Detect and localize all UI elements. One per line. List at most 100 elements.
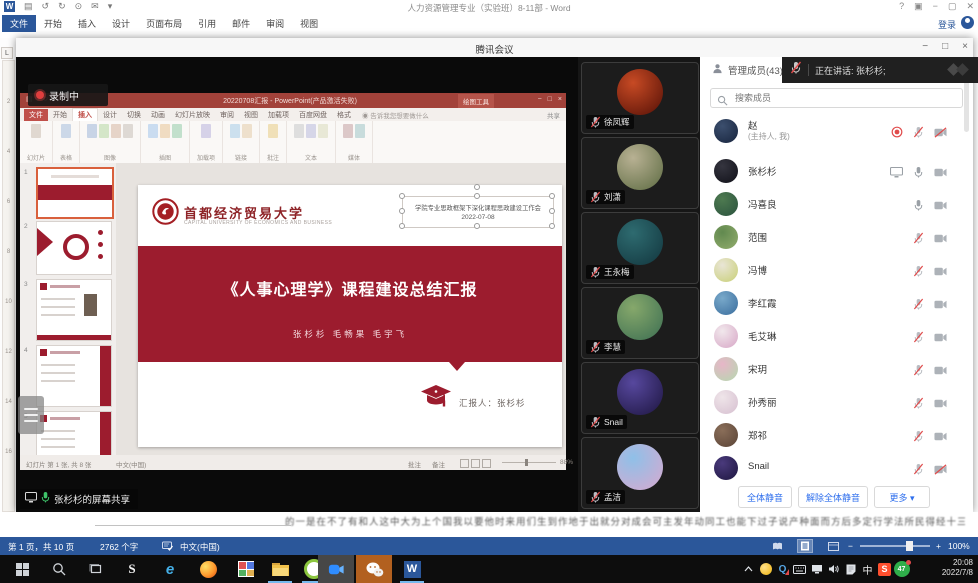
tray-volume-icon[interactable] xyxy=(825,555,842,583)
taskbar-app-gallery[interactable] xyxy=(232,555,260,583)
ppt-comments-label[interactable]: 备注 xyxy=(432,459,445,469)
selection-handle[interactable] xyxy=(399,208,405,214)
tray-expand-icon[interactable] xyxy=(740,555,757,583)
print-layout-icon[interactable] xyxy=(798,540,812,552)
search-input[interactable] xyxy=(710,88,963,108)
word-tab-2[interactable]: 开始 xyxy=(36,15,70,32)
tray-network-icon[interactable] xyxy=(808,555,825,583)
ribbon-button-icon[interactable] xyxy=(230,124,240,138)
video-tile-刘潇[interactable]: 刘潇 xyxy=(581,137,699,209)
ribbon-button-icon[interactable] xyxy=(31,124,41,138)
ribbon-button-icon[interactable] xyxy=(111,124,121,138)
ppt-tab-9[interactable]: 视图 xyxy=(239,109,263,121)
ppt-tab-7[interactable]: 幻灯片放映 xyxy=(170,109,215,121)
participant-row-郑祁[interactable]: 郑祁 xyxy=(700,420,963,452)
ribbon-group-icons[interactable] xyxy=(201,124,211,138)
taskbar-start-button[interactable] xyxy=(8,555,36,583)
word-tab-7[interactable]: 邮件 xyxy=(224,15,258,32)
web-layout-icon[interactable] xyxy=(826,540,840,552)
ribbon-group-icons[interactable] xyxy=(87,124,133,138)
ribbon-button-icon[interactable] xyxy=(172,124,182,138)
taskbar-internet-explorer[interactable]: e xyxy=(156,555,184,583)
taskbar-word-app[interactable]: W xyxy=(398,555,426,583)
ribbon-group-icons[interactable] xyxy=(31,124,41,138)
ribbon-button-icon[interactable] xyxy=(99,124,109,138)
ribbon-button-icon[interactable] xyxy=(160,124,170,138)
annotation-toolbar[interactable] xyxy=(18,396,44,434)
read-mode-icon[interactable] xyxy=(770,540,784,552)
ribbon-button-icon[interactable] xyxy=(355,124,365,138)
ribbon-button-icon[interactable] xyxy=(61,124,71,138)
taskbar-file-explorer[interactable] xyxy=(266,555,294,583)
video-tile-孟洁[interactable]: 孟洁 xyxy=(581,437,699,509)
taskbar-wechat[interactable] xyxy=(356,555,392,583)
taskbar-clock[interactable]: 20:08 2022/7/8 xyxy=(942,558,973,578)
participant-row-冯博[interactable]: 冯博 xyxy=(700,255,963,287)
ribbon-group-icons[interactable] xyxy=(343,124,365,138)
ribbon-button-icon[interactable] xyxy=(318,124,328,138)
taskbar-task-view-button[interactable] xyxy=(82,555,110,583)
zoom-in-icon[interactable]: + xyxy=(936,541,941,551)
ribbon-group-icons[interactable] xyxy=(148,124,182,138)
word-tab-9[interactable]: 视图 xyxy=(292,15,326,32)
word-account-avatar[interactable] xyxy=(961,16,974,29)
page-info[interactable]: 第 1 页，共 10 页 xyxy=(8,541,74,553)
ppt-zoom-thumb[interactable] xyxy=(525,459,528,466)
help-icon[interactable]: ? xyxy=(899,1,904,12)
ppt-tab-6[interactable]: 动画 xyxy=(146,109,170,121)
unmute-all-button[interactable]: 解除全体静音 xyxy=(798,486,868,508)
selection-handle[interactable] xyxy=(474,223,480,229)
more-button[interactable]: 更多 ▾ xyxy=(874,486,930,508)
ppt-zoom-slider[interactable] xyxy=(502,462,556,463)
word-tab-6[interactable]: 引用 xyxy=(190,15,224,32)
ppt-tab-8[interactable]: 审阅 xyxy=(215,109,239,121)
word-tab-3[interactable]: 插入 xyxy=(70,15,104,32)
tray-sogou-icon[interactable]: S xyxy=(876,555,893,583)
taskbar-search-button[interactable] xyxy=(45,555,73,583)
ribbon-group-icons[interactable] xyxy=(294,124,328,138)
zoom-level[interactable]: 100% xyxy=(948,541,970,551)
selection-handle[interactable] xyxy=(549,208,555,214)
video-tile-李慧[interactable]: 李慧 xyxy=(581,287,699,359)
ribbon-button-icon[interactable] xyxy=(242,124,252,138)
ppt-tab-2[interactable]: 开始 xyxy=(48,109,72,121)
participant-row-赵[interactable]: 赵(主持人, 我) xyxy=(700,116,963,148)
ribbon-button-icon[interactable] xyxy=(201,124,211,138)
meeting-maximize-icon[interactable]: □ xyxy=(942,41,948,52)
ribbon-options-icon[interactable]: ▣ xyxy=(914,1,923,12)
taskbar-firefox[interactable] xyxy=(194,555,222,583)
minimize-icon[interactable]: − xyxy=(933,1,938,12)
ribbon-button-icon[interactable] xyxy=(123,124,133,138)
ribbon-button-icon[interactable] xyxy=(87,124,97,138)
zoom-slider-thumb[interactable] xyxy=(906,541,913,551)
ppt-tab-1[interactable]: 文件 xyxy=(24,109,48,121)
ribbon-button-icon[interactable] xyxy=(306,124,316,138)
word-tab-1[interactable]: 文件 xyxy=(2,15,36,32)
ribbon-button-icon[interactable] xyxy=(343,124,353,138)
selection-handle[interactable] xyxy=(399,223,405,229)
participant-row-孙秀丽[interactable]: 孙秀丽 xyxy=(700,387,963,419)
ribbon-group-icons[interactable] xyxy=(230,124,252,138)
meeting-close-icon[interactable]: × xyxy=(962,41,968,52)
rotate-handle[interactable] xyxy=(474,184,480,190)
slide-thumbnail-3[interactable] xyxy=(36,279,112,341)
ppt-tab-3[interactable]: 插入 xyxy=(72,108,98,121)
slide-thumbnail-5[interactable] xyxy=(36,411,112,455)
video-tile-Snail[interactable]: Snail xyxy=(581,362,699,434)
word-count[interactable]: 2762 个字 xyxy=(100,541,138,553)
tray-keyboard-icon[interactable] xyxy=(791,555,808,583)
participant-row-Snail[interactable]: Snail xyxy=(700,453,963,485)
ppt-tab-4[interactable]: 设计 xyxy=(98,109,122,121)
tray-360-safe-icon[interactable] xyxy=(757,555,774,583)
spellcheck-icon[interactable] xyxy=(162,541,173,553)
tray-ime-icon[interactable]: 中 xyxy=(859,555,876,583)
close-icon[interactable]: ✕ xyxy=(966,1,974,12)
ppt-normal-view-icon[interactable] xyxy=(460,459,469,468)
word-tab-selector[interactable]: L xyxy=(1,47,13,59)
ribbon-group-icons[interactable] xyxy=(268,124,278,138)
slide-thumbnail-1[interactable] xyxy=(36,167,114,219)
ppt-tab-10[interactable]: 加载项 xyxy=(263,109,294,121)
zoom-slider[interactable] xyxy=(860,545,930,547)
ribbon-button-icon[interactable] xyxy=(148,124,158,138)
selection-handle[interactable] xyxy=(549,193,555,199)
